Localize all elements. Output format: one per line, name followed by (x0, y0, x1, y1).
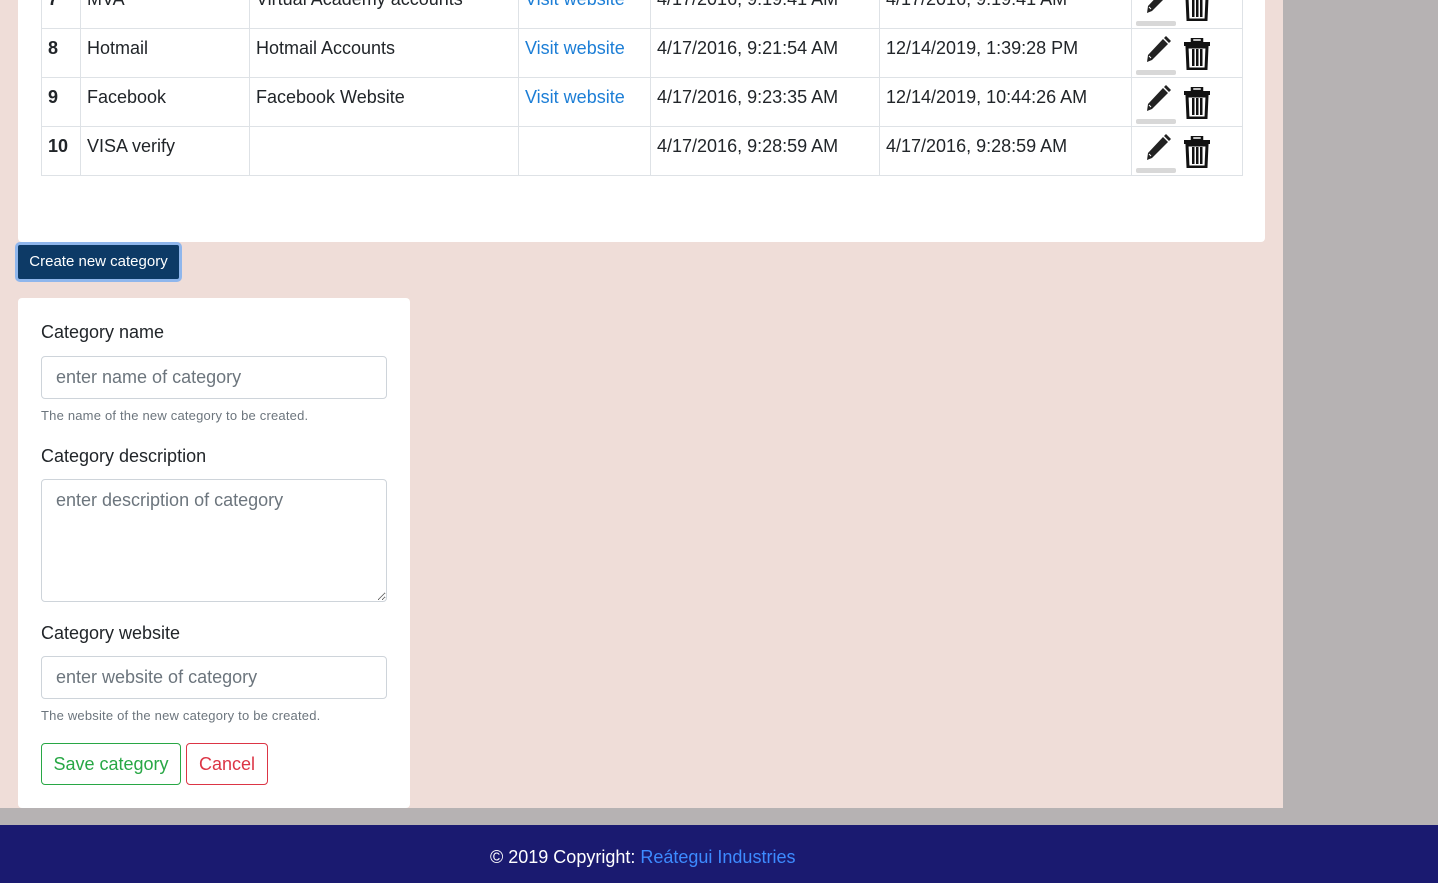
category-name-help: The name of the new category to be creat… (41, 408, 309, 423)
row-actions (1131, 126, 1243, 176)
category-website-cell: Visit website (518, 0, 651, 29)
company-link[interactable]: Reátegui Industries (640, 847, 795, 867)
created-date: 4/17/2016, 9:19:41 AM (650, 0, 880, 29)
category-website-label: Category website (41, 623, 181, 643)
category-website-cell: Visit website (518, 28, 651, 78)
row-actions (1131, 77, 1243, 127)
table-row: 10 VISA verify 4/17/2016, 9:28:59 AM 4/1… (41, 126, 1243, 176)
category-description: Virtual Academy accounts (249, 0, 519, 29)
edit-button-underline (1136, 119, 1176, 124)
updated-date: 4/17/2016, 9:28:59 AM (879, 126, 1132, 176)
trash-icon[interactable] (1182, 130, 1212, 170)
category-description (249, 126, 519, 176)
save-category-button[interactable]: Save category (41, 743, 181, 785)
pencil-icon[interactable] (1136, 0, 1176, 27)
category-website-cell (518, 126, 651, 176)
row-number: 8 (41, 28, 81, 78)
created-date: 4/17/2016, 9:28:59 AM (650, 126, 880, 176)
category-description-textarea[interactable] (41, 479, 387, 602)
edit-button-underline (1136, 70, 1176, 75)
table-row: 9 Facebook Facebook Website Visit websit… (41, 77, 1243, 127)
visit-website-link[interactable]: Visit website (525, 38, 625, 58)
actions-group (1136, 0, 1236, 27)
category-name: MVA (80, 0, 250, 29)
pencil-icon[interactable] (1136, 32, 1176, 76)
category-description-label: Category description (41, 446, 207, 466)
category-website-input[interactable] (41, 656, 387, 699)
category-name-input[interactable] (41, 356, 387, 399)
edit-button-underline (1136, 21, 1176, 26)
trash-icon[interactable] (1182, 81, 1212, 121)
row-number: 9 (41, 77, 81, 127)
create-category-form: Category name The name of the new catego… (18, 298, 410, 808)
category-website-help: The website of the new category to be cr… (41, 708, 321, 723)
cancel-button[interactable]: Cancel (186, 743, 268, 785)
updated-date: 12/14/2019, 1:39:28 PM (879, 28, 1132, 78)
row-number: 10 (41, 126, 81, 176)
visit-website-link[interactable]: Visit website (525, 87, 625, 107)
category-name: VISA verify (80, 126, 250, 176)
updated-date: 12/14/2019, 10:44:26 AM (879, 77, 1132, 127)
category-name: Hotmail (80, 28, 250, 78)
category-description: Facebook Website (249, 77, 519, 127)
actions-group (1136, 130, 1236, 174)
actions-group (1136, 81, 1236, 125)
create-new-category-button[interactable]: Create new category (15, 242, 182, 282)
categories-table: 7 MVA Virtual Academy accounts Visit web… (41, 0, 1243, 176)
category-website-cell: Visit website (518, 77, 651, 127)
table-row: 8 Hotmail Hotmail Accounts Visit website… (41, 28, 1243, 78)
visit-website-link[interactable]: Visit website (525, 0, 625, 9)
category-description: Hotmail Accounts (249, 28, 519, 78)
categories-table-card: 7 MVA Virtual Academy accounts Visit web… (18, 0, 1265, 242)
created-date: 4/17/2016, 9:21:54 AM (650, 28, 880, 78)
table-row: 7 MVA Virtual Academy accounts Visit web… (41, 0, 1243, 29)
pencil-icon[interactable] (1136, 130, 1176, 174)
footer-copyright: © 2019 Copyright: Reátegui Industries (490, 847, 795, 868)
trash-icon[interactable] (1182, 32, 1212, 72)
edit-button-underline (1136, 168, 1176, 173)
updated-date: 4/17/2016, 9:19:41 AM (879, 0, 1132, 29)
copyright-text: © 2019 Copyright: (490, 847, 641, 867)
pencil-icon[interactable] (1136, 81, 1176, 125)
trash-icon[interactable] (1182, 0, 1212, 23)
footer: © 2019 Copyright: Reátegui Industries (0, 825, 1438, 883)
category-name-label: Category name (41, 322, 165, 342)
row-actions (1131, 0, 1243, 29)
actions-group (1136, 32, 1236, 76)
category-name: Facebook (80, 77, 250, 127)
row-number: 7 (41, 0, 81, 29)
row-actions (1131, 28, 1243, 78)
created-date: 4/17/2016, 9:23:35 AM (650, 77, 880, 127)
